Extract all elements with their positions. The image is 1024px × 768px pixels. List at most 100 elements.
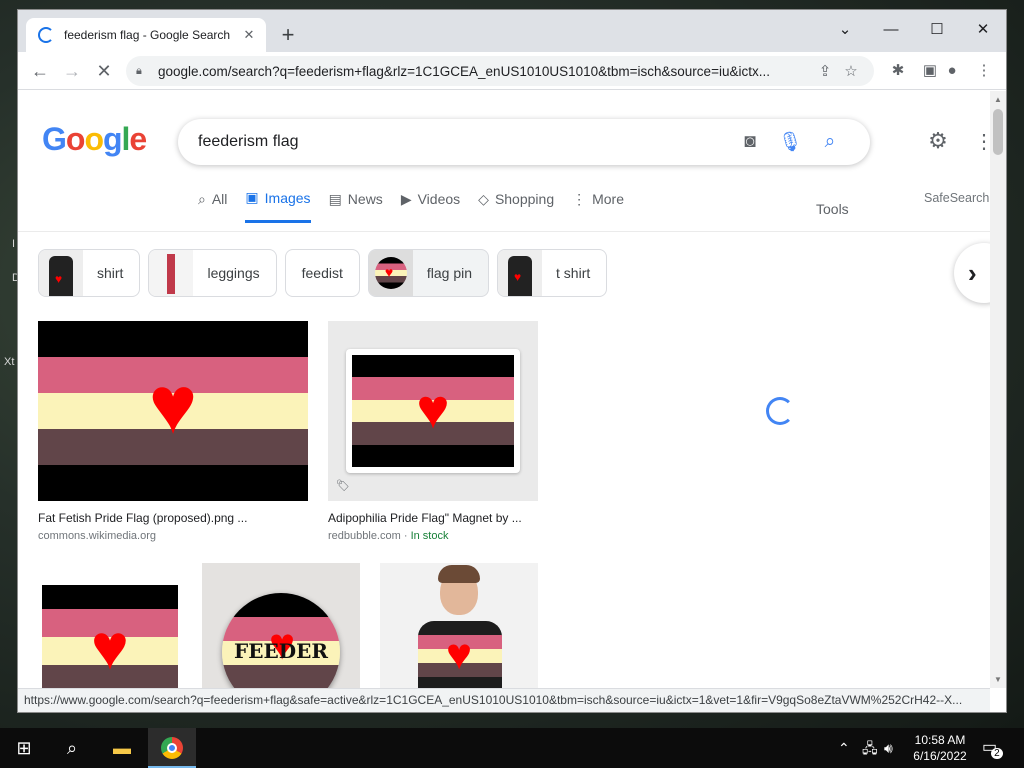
- chip-shirt[interactable]: ♥ shirt: [38, 249, 141, 297]
- camera-icon[interactable]: ◙: [730, 131, 770, 153]
- notification-center-icon[interactable]: ▭2: [982, 728, 1009, 768]
- result-thumbnail[interactable]: ♥ FEEDER: [202, 563, 360, 688]
- tab-label: Images: [264, 189, 311, 206]
- tab-strip: feederism flag - Google Search ✕ + ⌄ — ☐…: [18, 10, 1006, 52]
- browser-toolbar: ← → ✕ 🔒︎ google.com/search?q=feederism+f…: [18, 52, 1006, 90]
- result-title[interactable]: Adipophilia Pride Flag" Magnet by ...: [328, 511, 538, 525]
- search-icon: ⌕: [198, 190, 206, 207]
- tab-news[interactable]: ▤ News: [329, 189, 383, 223]
- extensions-icon[interactable]: ✱: [884, 57, 912, 85]
- clock[interactable]: 10:58 AM 6/16/2022: [904, 732, 976, 764]
- minimize-button[interactable]: —: [868, 16, 914, 44]
- news-icon: ▤: [328, 190, 342, 207]
- chrome-icon[interactable]: [148, 728, 196, 768]
- desktop-icon-label: I: [12, 238, 16, 250]
- result-thumbnail[interactable]: ♥: [38, 321, 308, 501]
- menu-icon[interactable]: ⋮: [970, 57, 998, 85]
- clock-time: 10:58 AM: [914, 733, 966, 747]
- scroll-up-arrow-icon[interactable]: ▲: [993, 95, 1003, 104]
- more-icon: ⋮: [572, 190, 587, 207]
- result-thumbnail[interactable]: ♥: [380, 563, 538, 688]
- new-tab-button[interactable]: +: [276, 24, 300, 48]
- network-icon[interactable]: 🖧︎: [862, 728, 878, 768]
- image-icon: ▣: [245, 189, 259, 205]
- search-tabs: ⌕ All ▣ Images ▤ News ▶ Videos ◇ Shopping ⋮ More: [198, 189, 642, 223]
- image-result[interactable]: ♥ Fat Fetish Pride Flag (proposed).png .…: [38, 321, 308, 542]
- gear-icon[interactable]: ⚙: [924, 127, 952, 155]
- notification-count: 2: [991, 748, 1003, 759]
- maximize-button[interactable]: ☐: [914, 16, 960, 44]
- google-logo[interactable]: Google: [42, 121, 147, 158]
- logo-letter: o: [65, 121, 86, 157]
- chevron-right-icon[interactable]: ›: [954, 243, 990, 303]
- video-icon: ▶: [400, 190, 412, 207]
- search-box[interactable]: feederism flag ◙ 🎙︎ ⌕: [178, 119, 870, 165]
- logo-letter: e: [129, 121, 147, 157]
- search-icon[interactable]: ⌕: [48, 728, 96, 768]
- share-icon[interactable]: ⇪: [812, 62, 838, 80]
- tools-button[interactable]: Tools: [816, 201, 849, 217]
- related-chips: ♥ shirt leggings feedist ♥ flag pin ♥ t …: [38, 249, 615, 297]
- chip-label: t shirt: [556, 265, 591, 281]
- chip-leggings[interactable]: leggings: [148, 249, 277, 297]
- heart-icon: ♥: [445, 630, 473, 679]
- chevron-up-icon[interactable]: ⌃: [838, 728, 850, 768]
- heart-icon: ♥: [148, 360, 198, 451]
- profile-icon[interactable]: ●: [938, 57, 966, 85]
- tab-label: All: [211, 191, 228, 207]
- tab-images[interactable]: ▣ Images: [245, 189, 311, 223]
- volume-icon[interactable]: 🔊︎: [884, 728, 893, 768]
- chip-t-shirt[interactable]: ♥ t shirt: [497, 249, 608, 297]
- address-bar[interactable]: 🔒︎ google.com/search?q=feederism+flag&rl…: [126, 56, 874, 86]
- browser-window: feederism flag - Google Search ✕ + ⌄ — ☐…: [18, 10, 1006, 712]
- scroll-down-arrow-icon[interactable]: ▼: [993, 675, 1003, 684]
- scroll-thumb[interactable]: [993, 109, 1003, 155]
- search-results-page: Google feederism flag ◙ 🎙︎ ⌕ ⚙ ⋮ ⌕ All ▣ Im…: [18, 91, 990, 688]
- tag-icon: ◇: [478, 190, 489, 207]
- taskbar: ⊞ ⌕ ▬ ⌃ 🖧︎ 🔊︎ 10:58 AM 6/16/2022 ▭2: [0, 728, 1024, 768]
- logo-letter: o: [84, 121, 104, 157]
- bookmark-star-icon[interactable]: ☆: [838, 62, 864, 80]
- image-result[interactable]: ♥ FEEDER: [202, 563, 360, 688]
- image-result[interactable]: ♥: [380, 563, 538, 688]
- close-icon[interactable]: ✕: [240, 26, 258, 44]
- chip-flag-pin[interactable]: ♥ flag pin: [367, 249, 490, 297]
- tab-label: Videos: [417, 191, 461, 207]
- clock-date: 6/16/2022: [913, 749, 967, 763]
- file-explorer-icon[interactable]: ▬: [98, 728, 146, 768]
- url-text[interactable]: google.com/search?q=feederism+flag&rlz=1…: [158, 64, 812, 79]
- chip-thumbnail: ♥: [498, 250, 543, 296]
- forward-button[interactable]: →: [58, 57, 86, 85]
- in-stock-label: In stock: [410, 530, 449, 542]
- search-icon[interactable]: ⌕: [810, 131, 850, 153]
- tab-search-button[interactable]: ⌄: [822, 16, 868, 44]
- logo-letter: g: [102, 121, 123, 157]
- browser-tab[interactable]: feederism flag - Google Search ✕: [26, 18, 266, 52]
- windows-start-icon[interactable]: ⊞: [0, 728, 48, 768]
- image-result[interactable]: ♥: [38, 563, 182, 688]
- logo-letter: G: [42, 121, 67, 157]
- heart-icon: ♥: [416, 377, 450, 440]
- microphone-icon[interactable]: 🎙︎: [770, 130, 810, 154]
- search-input[interactable]: feederism flag: [198, 133, 730, 151]
- image-result[interactable]: ♥ 🏷︎ Adipophilia Pride Flag" Magnet by .…: [328, 321, 538, 542]
- status-link-preview: https://www.google.com/search?q=feederis…: [18, 688, 990, 712]
- stop-button[interactable]: ✕: [90, 57, 118, 85]
- back-button[interactable]: ←: [26, 57, 54, 85]
- tab-more[interactable]: ⋮ More: [572, 189, 624, 223]
- close-window-button[interactable]: ✕: [960, 16, 1006, 44]
- tab-all[interactable]: ⌕ All: [198, 189, 227, 223]
- tab-label: News: [347, 191, 383, 207]
- result-title[interactable]: Fat Fetish Pride Flag (proposed).png ...: [38, 511, 308, 525]
- loading-spinner-icon: [38, 27, 54, 43]
- tab-shopping[interactable]: ◇ Shopping: [478, 189, 554, 223]
- apps-grid-icon[interactable]: ⋮: [974, 129, 990, 154]
- page-scrollbar[interactable]: ▲ ▼: [990, 91, 1006, 688]
- result-thumbnail[interactable]: ♥ 🏷︎: [328, 321, 538, 501]
- tab-videos[interactable]: ▶ Videos: [401, 189, 460, 223]
- chip-feedist[interactable]: feedist: [284, 249, 360, 297]
- tab-label: Shopping: [494, 191, 555, 207]
- product-tag-icon: 🏷︎: [336, 480, 350, 492]
- result-thumbnail[interactable]: ♥: [38, 563, 182, 688]
- safesearch-button[interactable]: SafeSearch: [924, 191, 989, 205]
